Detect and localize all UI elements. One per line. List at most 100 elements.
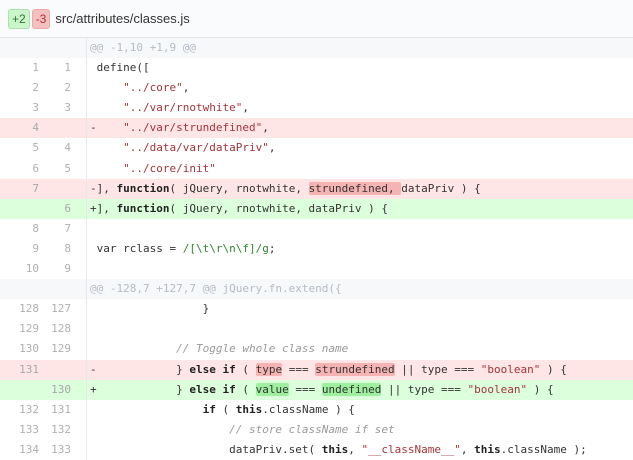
old-line-number[interactable]: 9: [0, 239, 43, 259]
new-line-number[interactable]: 7: [43, 219, 75, 239]
gutter-divider: [75, 319, 87, 340]
code-text: ,: [262, 121, 269, 135]
old-line-number[interactable]: 130: [0, 339, 43, 359]
code-text: || type ===: [394, 362, 481, 376]
code-content: [87, 259, 633, 279]
code-content: "../core",: [87, 78, 633, 98]
gutter-divider: [75, 259, 87, 280]
old-line-number[interactable]: 133: [0, 420, 43, 440]
new-line-number[interactable]: 8: [43, 239, 75, 259]
old-line-number[interactable]: 7: [0, 179, 43, 199]
new-line-number[interactable]: 128: [43, 319, 75, 339]
code-content: if ( this.className ) {: [87, 400, 633, 420]
file-path[interactable]: src/attributes/classes.js: [55, 11, 189, 26]
context-line: 10 9: [0, 259, 633, 280]
context-line: 134 133 dataPriv.set( this, "__className_…: [0, 439, 633, 460]
new-line-number[interactable]: 1: [43, 58, 75, 78]
keyword-token: this: [321, 442, 349, 456]
old-line-number[interactable]: 10: [0, 259, 43, 279]
new-line-number[interactable]: [43, 38, 75, 58]
new-line-number[interactable]: [43, 279, 75, 299]
context-line: 65 "../core/init": [0, 158, 633, 179]
new-line-number[interactable]: [43, 179, 75, 199]
gutter-divider: [75, 98, 87, 119]
old-line-number[interactable]: [0, 279, 43, 299]
new-line-number[interactable]: 6: [43, 199, 75, 219]
old-line-number[interactable]: [0, 38, 43, 58]
code-content: var rclass = /[\t\r\n\f]/g;: [87, 239, 633, 259]
deleted-line: 7 -], function( jQuery, rnotwhite, strund…: [0, 178, 633, 199]
string-token: "../data/var/dataPriv": [123, 141, 269, 155]
code-content: [87, 319, 633, 339]
removed-word-highlight: type: [255, 362, 283, 376]
added-word-highlight: undefined: [321, 382, 382, 396]
code-text: ,: [182, 81, 190, 95]
new-line-number[interactable]: 127: [43, 299, 75, 319]
old-line-number[interactable]: 132: [0, 400, 43, 420]
comment-token: // store className if set: [229, 422, 395, 436]
context-line: 33 "../var/rnotwhite",: [0, 98, 633, 119]
keyword-token: this: [474, 442, 501, 456]
string-token: "../var/strundefined": [123, 121, 263, 135]
new-line-number[interactable]: 2: [43, 78, 75, 98]
removed-word-highlight: strundefined,: [308, 181, 402, 195]
gutter-divider: [75, 38, 87, 59]
old-line-number[interactable]: 128: [0, 299, 43, 319]
context-line: 133 132 // store className if set: [0, 419, 633, 440]
gutter-divider: [75, 419, 87, 440]
gutter-divider: [75, 379, 87, 400]
added-line: 6 +], function( jQuery, rnotwhite, dataPr…: [0, 198, 633, 219]
string-token: "__className__": [361, 442, 461, 456]
context-line: 128 127 }: [0, 299, 633, 320]
old-line-number[interactable]: 131: [0, 360, 43, 380]
new-line-number[interactable]: 4: [43, 138, 75, 158]
deleted-line: 131 - } else if ( type === strundefined |…: [0, 359, 633, 380]
code-content: [87, 219, 633, 239]
new-line-number[interactable]: 129: [43, 339, 75, 359]
context-line: 87: [0, 218, 633, 239]
new-line-number[interactable]: 132: [43, 420, 75, 440]
code-content: @@ -128,7 +127,7 @@ jQuery.fn.extend({: [87, 279, 633, 299]
gutter-divider: [75, 299, 87, 320]
new-line-number[interactable]: 3: [43, 98, 75, 118]
context-line: 132 131 if ( this.className ) {: [0, 399, 633, 420]
old-line-number[interactable]: 3: [0, 98, 43, 118]
code-content: "../core/init": [87, 159, 633, 179]
hunk-header[interactable]: @@ -1,10 +1,9 @@: [0, 38, 633, 59]
code-text: +],: [90, 201, 117, 215]
code-content: "../var/rnotwhite",: [87, 98, 633, 118]
old-line-number[interactable]: 129: [0, 319, 43, 339]
code-text: ( jQuery, rnotwhite, dataPriv ) {: [169, 201, 389, 215]
code-content: // store className if set: [87, 420, 633, 440]
comment-token: // Toggle whole class name: [176, 342, 349, 356]
gutter-divider: [75, 178, 87, 199]
old-line-number[interactable]: 2: [0, 78, 43, 98]
new-line-number[interactable]: 133: [43, 440, 75, 460]
added-word-highlight: value: [255, 382, 289, 396]
gutter-divider: [75, 58, 87, 79]
old-line-number[interactable]: 8: [0, 219, 43, 239]
old-line-number[interactable]: [0, 380, 43, 400]
new-line-number[interactable]: 130: [43, 380, 75, 400]
code-text: define([: [90, 61, 150, 75]
code-text: dataPriv.set(: [90, 442, 322, 456]
deletions-badge: -3: [31, 8, 51, 29]
code-content: dataPriv.set( this, "__className__", thi…: [87, 440, 633, 460]
code-text: (: [235, 362, 256, 376]
new-line-number[interactable]: 131: [43, 400, 75, 420]
new-line-number[interactable]: 9: [43, 259, 75, 279]
new-line-number[interactable]: [43, 360, 75, 380]
code-text: ===: [288, 382, 322, 396]
old-line-number[interactable]: 6: [0, 159, 43, 179]
old-line-number[interactable]: 134: [0, 440, 43, 460]
old-line-number[interactable]: 1: [0, 58, 43, 78]
hunk-header[interactable]: @@ -128,7 +127,7 @@ jQuery.fn.extend({: [0, 279, 633, 300]
old-line-number[interactable]: 5: [0, 138, 43, 158]
new-line-number[interactable]: [43, 118, 75, 138]
keyword-token: this: [235, 402, 263, 416]
old-line-number[interactable]: [0, 199, 43, 219]
old-line-number[interactable]: 4: [0, 118, 43, 138]
gutter-divider: [75, 138, 87, 159]
new-line-number[interactable]: 5: [43, 159, 75, 179]
